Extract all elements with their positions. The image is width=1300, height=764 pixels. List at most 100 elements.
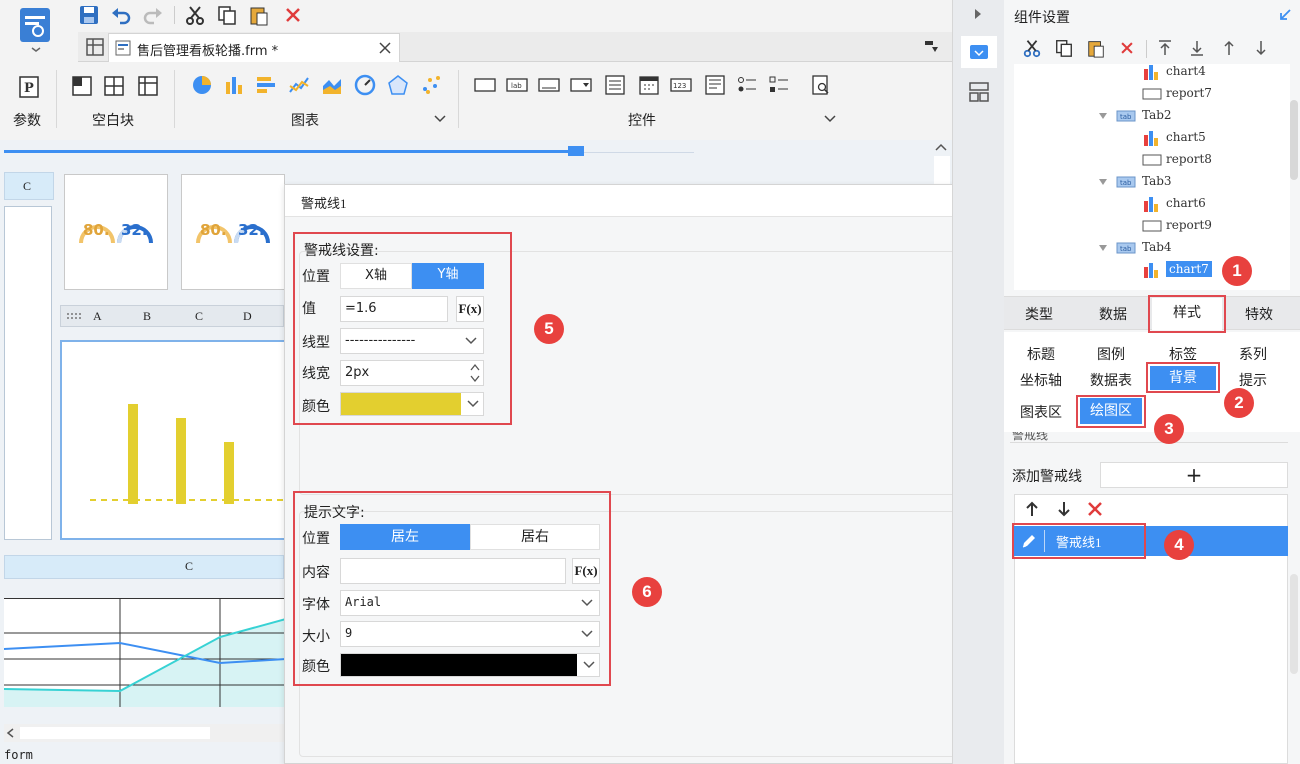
copy-icon[interactable] [1054,38,1074,58]
tree-item-chart7[interactable]: chart7 [1096,260,1286,280]
move-top-icon[interactable] [1156,39,1174,57]
copy-icon[interactable] [216,4,238,26]
number-widget-icon[interactable]: 123 [670,78,692,92]
paste-icon[interactable] [248,4,270,26]
subtab-datatable[interactable]: 数据表 [1074,370,1148,390]
tree-item-tab2[interactable]: tab Tab2 [1096,106,1286,126]
cut-icon[interactable] [1022,38,1042,58]
combo-widget-icon[interactable] [570,78,592,92]
paste-icon[interactable] [1086,38,1106,58]
line-chart-widget[interactable] [4,598,286,707]
cut-icon[interactable] [184,4,206,26]
grid-view-icon[interactable] [86,38,104,56]
list-move-down-icon[interactable] [1056,500,1072,518]
list-widget-icon[interactable] [604,74,626,96]
chevron-down-icon[interactable] [434,115,446,123]
tree-item-report9[interactable]: report9 [1096,216,1286,236]
expand-triangle-icon[interactable] [1098,178,1108,186]
callout-badge-3: 3 [1154,414,1184,444]
dialog-title: 警戒线1 [301,196,347,211]
chart7-widget[interactable] [60,340,290,540]
gauge-card-2[interactable]: 80. 32. [181,174,285,290]
tree-item-chart4[interactable]: chart4 [1096,64,1286,82]
subtab-title[interactable]: 标题 [1004,344,1078,364]
subtab-series[interactable]: 系列 [1216,344,1290,364]
pie-chart-icon[interactable] [191,74,213,96]
expand-arrow-icon[interactable] [973,8,983,20]
left-widget-frame[interactable] [4,206,52,540]
tree-scrollbar[interactable] [1290,100,1298,180]
list-move-up-icon[interactable] [1024,500,1040,518]
label-widget-icon[interactable]: lab [506,78,528,92]
subtab-label[interactable]: 标签 [1146,344,1220,364]
line-chart-icon[interactable] [288,74,310,96]
redo-icon[interactable] [142,4,164,26]
absolute-layout-icon[interactable] [72,76,92,96]
split-layout-icon[interactable] [104,76,124,96]
tab-type[interactable]: 类型 [1004,304,1074,324]
tree-item-chart5[interactable]: chart5 [1096,128,1286,148]
undo-icon[interactable] [110,4,132,26]
subtab-axis[interactable]: 坐标轴 [1004,370,1078,390]
move-down-icon[interactable] [1252,39,1270,57]
tree-item-tab3[interactable]: tab Tab3 [1096,172,1286,192]
expand-triangle-icon[interactable] [1098,244,1108,252]
parameter-icon[interactable]: P [19,76,39,98]
text-widget-icon[interactable] [538,78,560,92]
gauge-chart-icon[interactable] [354,74,376,96]
chevron-down-icon[interactable] [824,115,836,123]
subtab-legend[interactable]: 图例 [1074,344,1148,364]
scatter-chart-icon[interactable] [420,74,442,96]
collapse-panel-icon[interactable] [1278,8,1292,22]
scroll-left-icon[interactable] [6,728,16,738]
gauge-card-1[interactable]: 80. 32. [64,174,168,290]
scroll-thumb[interactable] [20,727,210,739]
canvas-ruler [4,150,572,153]
close-tab-icon[interactable] [379,42,391,54]
tree-item-label: Tab2 [1142,108,1172,122]
tree-item-chart6[interactable]: chart6 [1096,194,1286,214]
scroll-up-icon[interactable] [934,142,948,152]
app-logo-icon[interactable] [18,6,52,52]
layout-panel-icon[interactable] [969,82,989,102]
component-settings-tab[interactable] [961,36,997,68]
mini-grid-header: A B C D [60,305,284,327]
subtab-datatable-label: 数据表 [1090,373,1132,389]
save-icon[interactable] [78,4,100,26]
move-up-icon[interactable] [1220,39,1238,57]
date-widget-icon[interactable] [638,74,660,96]
textarea-widget-icon[interactable] [704,74,726,96]
chart-bar [176,418,186,504]
grid-handle-icon[interactable] [65,311,83,321]
tab-data[interactable]: 数据 [1078,304,1148,324]
horizontal-scrollbar[interactable] [4,724,286,742]
horizontal-bar-icon[interactable] [255,74,277,96]
area-tab-chart[interactable]: 图表区 [1010,402,1072,422]
query-widget-icon[interactable] [810,74,832,96]
tree-item-report7[interactable]: report7 [1096,84,1286,104]
tab-menu-icon[interactable] [924,40,940,54]
tab-effect[interactable]: 特效 [1224,304,1294,324]
button-widget-icon[interactable] [474,78,496,92]
area-chart-icon[interactable] [321,74,343,96]
group-label-param: 参数 [13,113,41,129]
tree-item-label: chart4 [1166,64,1206,78]
list-delete-icon[interactable] [1086,500,1104,518]
mini-col-c: C [195,309,204,323]
expand-triangle-icon[interactable] [1098,112,1108,120]
tree-item-report8[interactable]: report8 [1096,150,1286,170]
move-bottom-icon[interactable] [1188,39,1206,57]
checkbox-group-icon[interactable] [768,74,790,96]
subtab-tooltip[interactable]: 提示 [1216,370,1290,390]
add-warning-button[interactable]: + [1100,462,1288,488]
radar-chart-icon[interactable] [387,74,409,96]
delete-icon[interactable] [282,4,304,26]
tree-item-tab4[interactable]: tab Tab4 [1096,238,1286,258]
list-scrollbar[interactable] [1290,574,1298,674]
tab-layout-icon[interactable] [138,76,158,96]
delete-icon[interactable] [1118,39,1136,57]
editor-tab[interactable]: 售后管理看板轮播.frm * [108,33,400,62]
canvas-scrollbar[interactable] [934,156,950,186]
bar-chart-icon[interactable] [223,74,245,96]
radio-group-icon[interactable] [736,74,758,96]
